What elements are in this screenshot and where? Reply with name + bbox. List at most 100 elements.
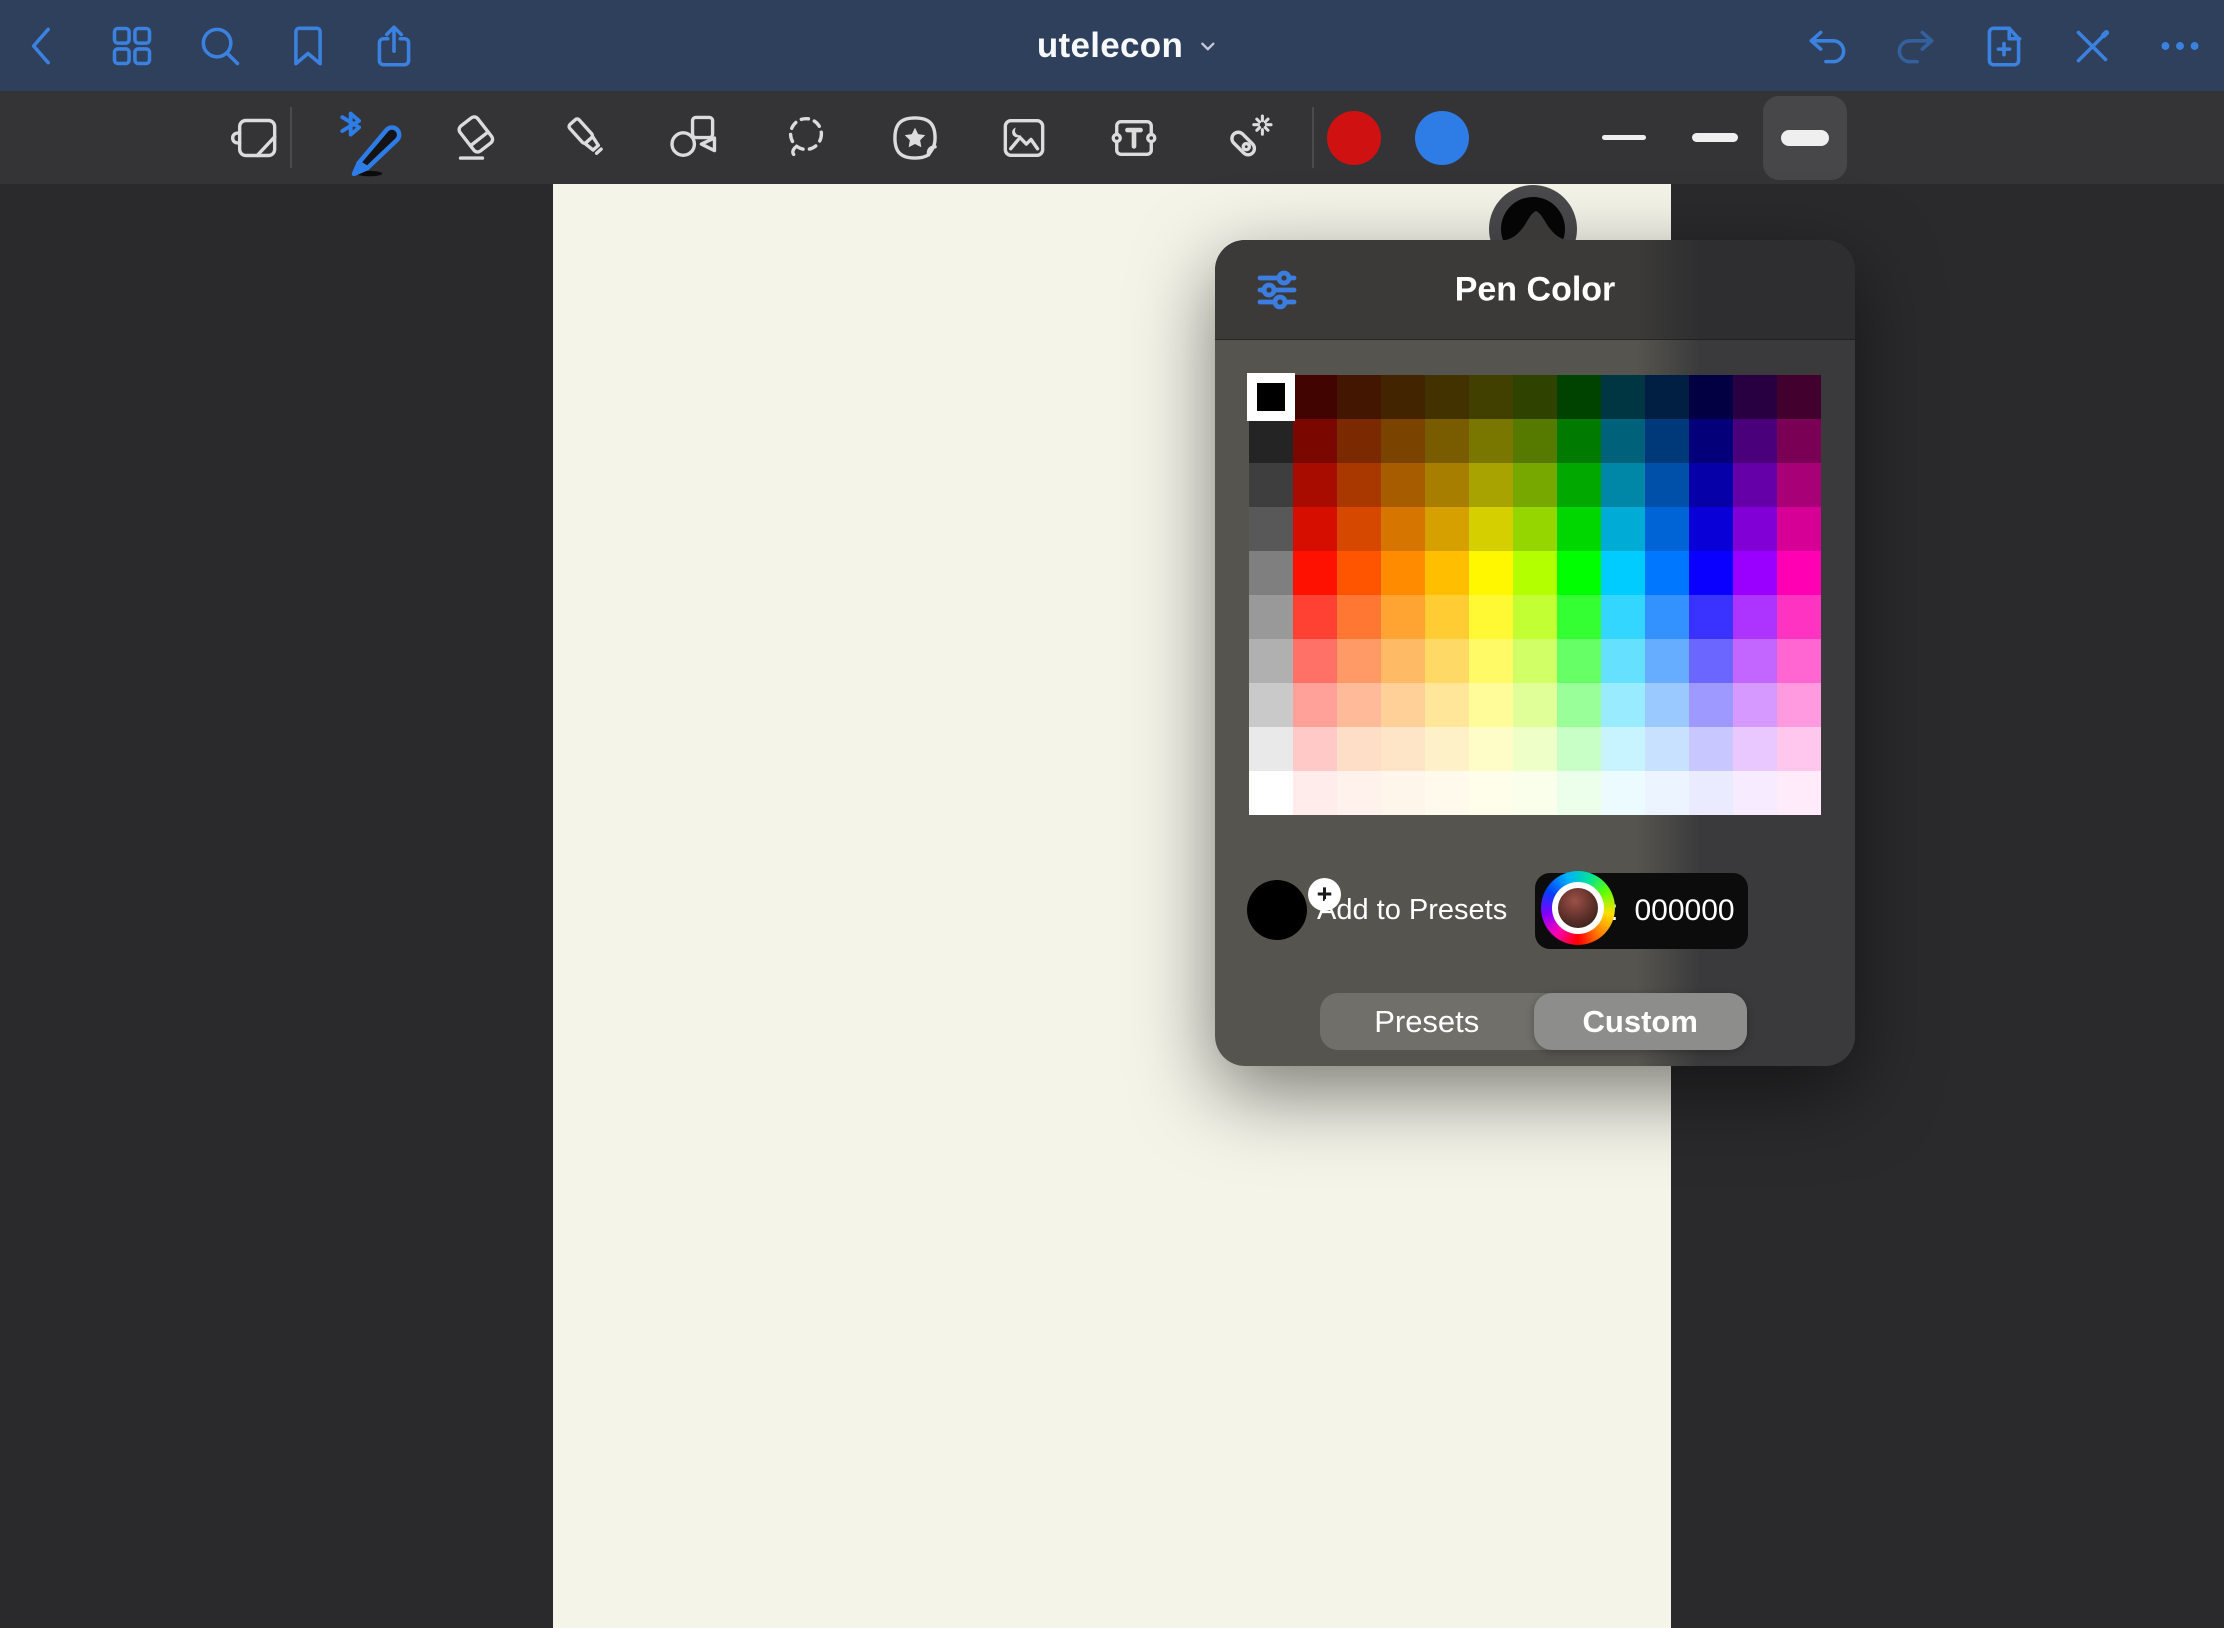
color-cell[interactable] — [1337, 507, 1381, 551]
color-cell[interactable] — [1557, 463, 1601, 507]
color-cell[interactable] — [1381, 419, 1425, 463]
color-cell[interactable] — [1337, 375, 1381, 419]
color-cell[interactable] — [1557, 771, 1601, 815]
color-cell[interactable] — [1425, 463, 1469, 507]
color-cell[interactable] — [1381, 375, 1425, 419]
color-cell[interactable] — [1601, 683, 1645, 727]
color-cell[interactable] — [1293, 727, 1337, 771]
color-cell[interactable] — [1513, 683, 1557, 727]
laser-pointer-tool-button[interactable] — [1219, 110, 1275, 166]
color-cell[interactable] — [1249, 639, 1293, 683]
back-button[interactable] — [18, 21, 68, 71]
color-cell[interactable] — [1513, 595, 1557, 639]
color-cell[interactable] — [1337, 551, 1381, 595]
stroke-width-medium-button[interactable] — [1673, 96, 1757, 180]
color-cell[interactable] — [1249, 419, 1293, 463]
share-button[interactable] — [369, 21, 419, 71]
color-cell[interactable] — [1513, 727, 1557, 771]
color-cell[interactable] — [1469, 771, 1513, 815]
lasso-tool-button[interactable] — [778, 110, 834, 166]
color-cell[interactable] — [1469, 595, 1513, 639]
color-cell[interactable] — [1293, 507, 1337, 551]
color-cell[interactable] — [1337, 771, 1381, 815]
color-cell[interactable] — [1645, 375, 1689, 419]
color-cell[interactable] — [1689, 419, 1733, 463]
color-cell[interactable] — [1689, 683, 1733, 727]
color-cell[interactable] — [1601, 375, 1645, 419]
color-cell[interactable] — [1733, 771, 1777, 815]
color-cell[interactable] — [1513, 463, 1557, 507]
image-tool-button[interactable] — [996, 110, 1052, 166]
color-cell[interactable] — [1469, 727, 1513, 771]
color-cell[interactable] — [1601, 595, 1645, 639]
color-cell[interactable] — [1469, 463, 1513, 507]
color-cell[interactable] — [1777, 463, 1821, 507]
tab-custom[interactable]: Custom — [1534, 993, 1748, 1050]
color-cell[interactable] — [1249, 375, 1293, 419]
color-cell[interactable] — [1293, 419, 1337, 463]
stroke-width-thin-button[interactable] — [1582, 96, 1666, 180]
color-cell[interactable] — [1689, 639, 1733, 683]
color-cell[interactable] — [1733, 419, 1777, 463]
color-cell[interactable] — [1337, 639, 1381, 683]
color-cell[interactable] — [1777, 683, 1821, 727]
color-cell[interactable] — [1425, 375, 1469, 419]
color-cell[interactable] — [1689, 463, 1733, 507]
color-cell[interactable] — [1557, 507, 1601, 551]
color-cell[interactable] — [1425, 551, 1469, 595]
color-cell[interactable] — [1601, 551, 1645, 595]
color-cell[interactable] — [1293, 771, 1337, 815]
color-cell[interactable] — [1645, 419, 1689, 463]
color-cell[interactable] — [1381, 771, 1425, 815]
color-cell[interactable] — [1645, 595, 1689, 639]
color-cell[interactable] — [1689, 551, 1733, 595]
color-cell[interactable] — [1337, 727, 1381, 771]
color-cell[interactable] — [1249, 683, 1293, 727]
color-cell[interactable] — [1425, 683, 1469, 727]
color-cell[interactable] — [1557, 639, 1601, 683]
color-cell[interactable] — [1513, 507, 1557, 551]
color-cell[interactable] — [1645, 771, 1689, 815]
color-cell[interactable] — [1645, 507, 1689, 551]
color-cell[interactable] — [1601, 771, 1645, 815]
color-cell[interactable] — [1777, 727, 1821, 771]
color-cell[interactable] — [1689, 771, 1733, 815]
redo-button[interactable] — [1890, 21, 1940, 71]
color-cell[interactable] — [1469, 639, 1513, 683]
undo-button[interactable] — [1803, 21, 1853, 71]
color-cell[interactable] — [1645, 639, 1689, 683]
color-cell[interactable] — [1337, 683, 1381, 727]
color-cell[interactable] — [1733, 507, 1777, 551]
color-cell[interactable] — [1689, 507, 1733, 551]
color-cell[interactable] — [1249, 595, 1293, 639]
color-cell[interactable] — [1381, 507, 1425, 551]
scroll-mode-button[interactable] — [228, 110, 284, 166]
color-cell[interactable] — [1381, 595, 1425, 639]
add-page-button[interactable] — [1979, 21, 2029, 71]
text-tool-button[interactable] — [1106, 110, 1162, 166]
color-cell[interactable] — [1469, 419, 1513, 463]
color-cell[interactable] — [1513, 375, 1557, 419]
color-cell[interactable] — [1689, 727, 1733, 771]
shapes-tool-button[interactable] — [665, 110, 721, 166]
color-cell[interactable] — [1513, 639, 1557, 683]
color-cell[interactable] — [1381, 463, 1425, 507]
color-cell[interactable] — [1557, 727, 1601, 771]
page-thumbnails-button[interactable] — [107, 21, 157, 71]
pen-tool-button-selected[interactable] — [336, 110, 392, 166]
color-cell[interactable] — [1733, 375, 1777, 419]
color-cell[interactable] — [1557, 551, 1601, 595]
color-cell[interactable] — [1777, 639, 1821, 683]
color-cell[interactable] — [1337, 595, 1381, 639]
color-cell[interactable] — [1425, 595, 1469, 639]
search-button[interactable] — [195, 21, 245, 71]
color-cell[interactable] — [1293, 683, 1337, 727]
color-cell[interactable] — [1557, 683, 1601, 727]
pen-settings-button[interactable] — [1253, 266, 1301, 314]
stroke-width-thick-button-selected[interactable] — [1763, 96, 1847, 180]
color-cell[interactable] — [1601, 639, 1645, 683]
color-cell[interactable] — [1777, 419, 1821, 463]
color-cell[interactable] — [1645, 683, 1689, 727]
color-cell[interactable] — [1689, 595, 1733, 639]
color-cell[interactable] — [1601, 507, 1645, 551]
